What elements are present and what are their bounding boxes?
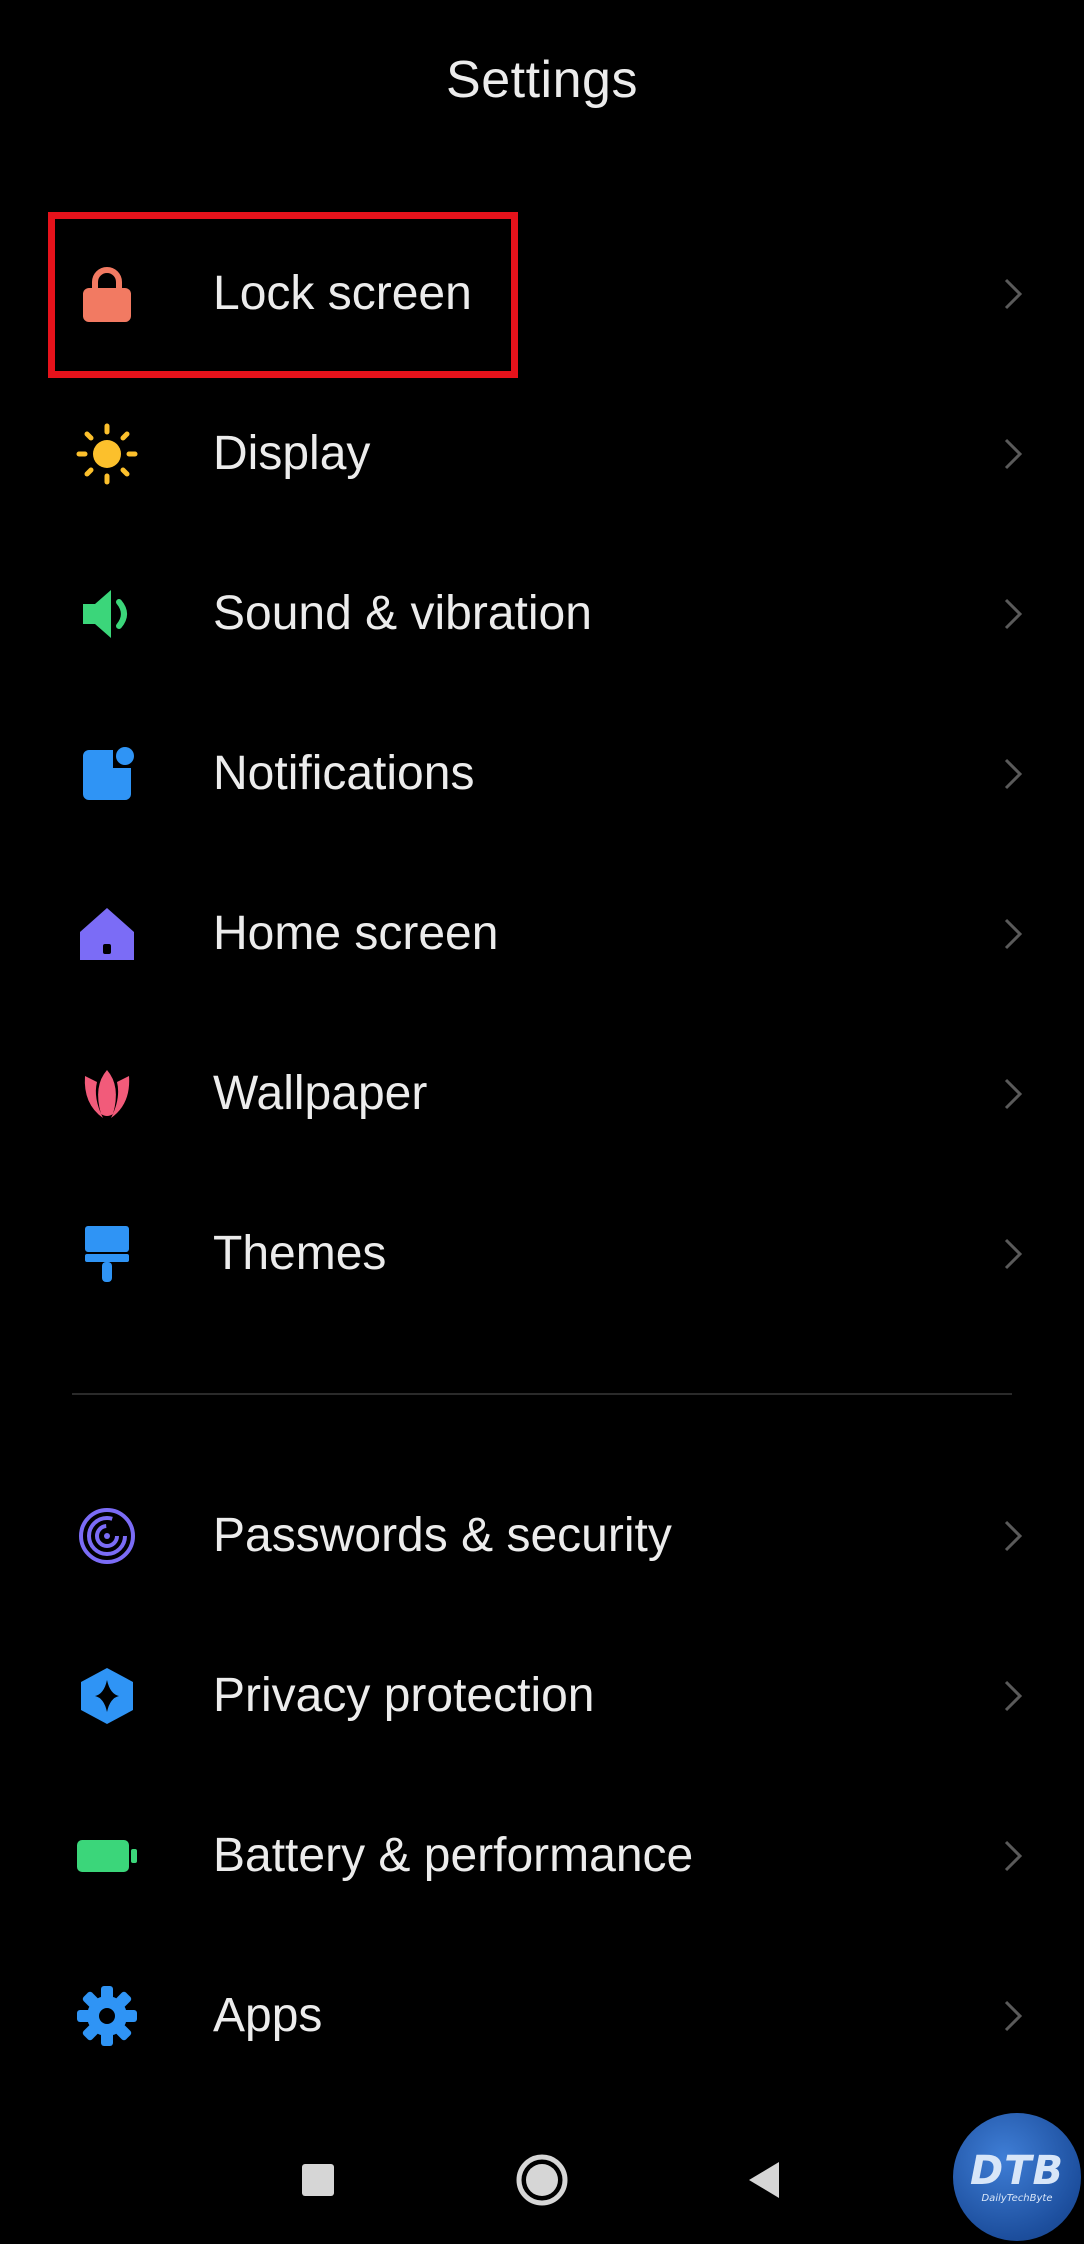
back-icon[interactable] — [729, 2145, 799, 2215]
paint-brush-icon — [72, 1224, 142, 1284]
settings-item-display[interactable]: Display — [0, 374, 1084, 534]
settings-item-wallpaper[interactable]: Wallpaper — [0, 1014, 1084, 1174]
section-divider — [72, 1393, 1012, 1395]
settings-item-label: Apps — [213, 1989, 323, 2042]
settings-item-sound-vibration[interactable]: Sound & vibration — [0, 534, 1084, 694]
battery-icon — [72, 1826, 142, 1886]
settings-item-label: Privacy protection — [213, 1669, 595, 1722]
tulip-icon — [72, 1064, 142, 1124]
chevron-right-icon — [1004, 1840, 1023, 1872]
speaker-icon — [72, 584, 142, 644]
settings-item-passwords-security[interactable]: Passwords & security — [0, 1456, 1084, 1616]
privacy-shield-icon — [72, 1666, 142, 1726]
lock-icon — [72, 264, 142, 324]
chevron-right-icon — [1004, 438, 1023, 470]
settings-item-label: Notifications — [213, 747, 475, 800]
settings-item-notifications[interactable]: Notifications — [0, 694, 1084, 854]
fingerprint-icon — [72, 1506, 142, 1566]
notification-icon — [72, 744, 142, 804]
home-icon — [72, 904, 142, 964]
chevron-right-icon — [1004, 758, 1023, 790]
chevron-right-icon — [1004, 1238, 1023, 1270]
settings-item-label: Lock screen — [213, 267, 472, 320]
settings-item-apps[interactable]: Apps — [0, 1936, 1084, 2096]
recents-icon[interactable] — [283, 2145, 353, 2215]
settings-item-label: Sound & vibration — [213, 587, 592, 640]
settings-item-label: Home screen — [213, 907, 499, 960]
chevron-right-icon — [1004, 1680, 1023, 1712]
settings-item-themes[interactable]: Themes — [0, 1174, 1084, 1334]
settings-item-privacy-protection[interactable]: Privacy protection — [0, 1616, 1084, 1776]
settings-item-label: Display — [213, 427, 371, 480]
gear-icon — [72, 1986, 142, 2046]
watermark-sub: DailyTechByte — [981, 2192, 1053, 2204]
sun-icon — [72, 423, 142, 485]
chevron-right-icon — [1004, 1520, 1023, 1552]
chevron-right-icon — [1004, 1078, 1023, 1110]
settings-item-label: Passwords & security — [213, 1509, 672, 1562]
settings-item-home-screen[interactable]: Home screen — [0, 854, 1084, 1014]
chevron-right-icon — [1004, 2000, 1023, 2032]
settings-item-label: Wallpaper — [213, 1067, 428, 1120]
settings-item-lock-screen[interactable]: Lock screen — [0, 214, 1084, 374]
chevron-right-icon — [1004, 918, 1023, 950]
settings-item-label: Battery & performance — [213, 1829, 694, 1882]
settings-item-label: Themes — [213, 1227, 387, 1280]
settings-item-battery-performance[interactable]: Battery & performance — [0, 1776, 1084, 1936]
chevron-right-icon — [1004, 278, 1023, 310]
watermark-main: DTB — [970, 2147, 1064, 2194]
chevron-right-icon — [1004, 598, 1023, 630]
home-nav-icon[interactable] — [507, 2145, 577, 2215]
dtb-watermark-logo: DTB DailyTechByte — [953, 2113, 1081, 2241]
page-title: Settings — [446, 51, 638, 109]
